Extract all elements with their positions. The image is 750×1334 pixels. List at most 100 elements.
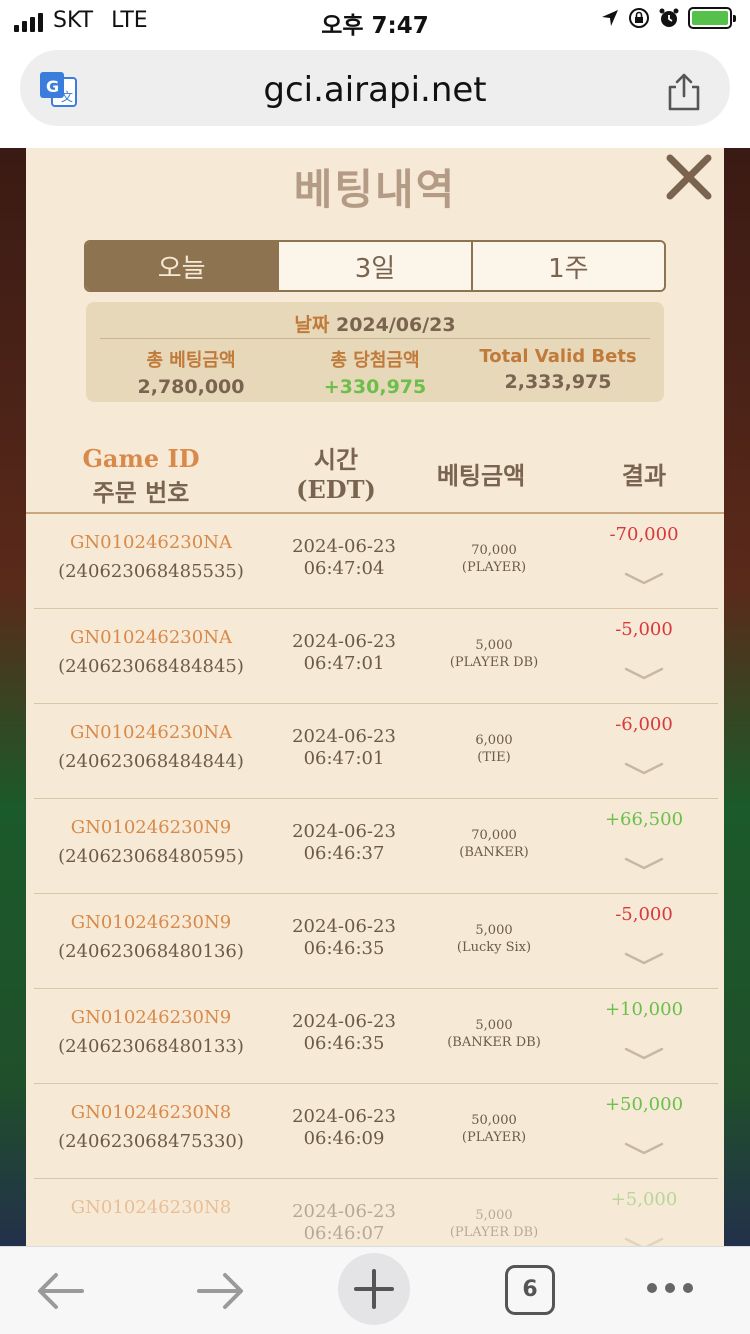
battery-icon bbox=[688, 7, 736, 29]
bet-amount: 5,000 bbox=[475, 1018, 513, 1033]
status-right bbox=[600, 7, 736, 29]
game-id-cell: GN010246230NA (240623068485535) bbox=[56, 532, 246, 582]
table-row[interactable]: GN010246230NA (240623068484844) 2024-06-23… bbox=[34, 704, 718, 799]
bet-date: 2024-06-23 bbox=[292, 1201, 396, 1222]
chevron-down-icon[interactable] bbox=[624, 855, 664, 871]
time-cell: 2024-06-23 06:46:35 bbox=[284, 1011, 404, 1055]
bet-amount: 50,000 bbox=[471, 1113, 517, 1128]
result-value: -70,000 bbox=[609, 524, 679, 545]
table-row[interactable]: GN010246230N9 (240623068480133) 2024-06-23… bbox=[34, 989, 718, 1084]
total-win-label: 총 당첨금액 bbox=[330, 350, 420, 371]
bet-date: 2024-06-23 bbox=[292, 631, 396, 652]
bet-time: 06:46:37 bbox=[303, 843, 385, 864]
order-number: (240623068484845) bbox=[58, 656, 244, 677]
game-id-cell: GN010246230NA (240623068484845) bbox=[56, 627, 246, 677]
tab-3days[interactable]: 3일 bbox=[279, 242, 473, 290]
bet-date: 2024-06-23 bbox=[292, 1011, 396, 1032]
total-win-value: +330,975 bbox=[323, 376, 427, 398]
valid-bets: Total Valid Bets 2,333,975 bbox=[460, 346, 656, 393]
bet-type: (BANKER) bbox=[459, 845, 529, 860]
header-result: 결과 bbox=[621, 462, 667, 490]
total-bet-value: 2,780,000 bbox=[137, 376, 245, 398]
bet-time: 06:46:35 bbox=[303, 1033, 385, 1054]
rotation-lock-icon bbox=[629, 8, 649, 28]
close-icon[interactable] bbox=[664, 152, 714, 202]
bet-date: 2024-06-23 bbox=[292, 726, 396, 747]
total-bet: 총 베팅금액 2,780,000 bbox=[96, 346, 286, 398]
betting-history-modal: 베팅내역 오늘 3일 1주 날짜 2024/06/23 총 베팅금액 2,780… bbox=[26, 148, 724, 1246]
url-text[interactable]: gci.airapi.net bbox=[20, 70, 730, 110]
order-number: (240623068475330) bbox=[58, 1131, 244, 1152]
tab-1week[interactable]: 1주 bbox=[472, 242, 664, 290]
bet-type: (PLAYER DB) bbox=[449, 1225, 539, 1240]
bet-date: 2024-06-23 bbox=[292, 821, 396, 842]
result-value: -5,000 bbox=[615, 619, 673, 640]
bet-time: 06:47:01 bbox=[303, 748, 385, 769]
tab-today[interactable]: 오늘 bbox=[86, 242, 280, 290]
bet-amount: 70,000 bbox=[471, 543, 517, 558]
time-cell: 2024-06-23 06:46:07 bbox=[284, 1201, 404, 1245]
game-id-cell: GN010246230N9 (240623068480136) bbox=[56, 912, 246, 962]
chevron-down-icon[interactable] bbox=[624, 760, 664, 776]
browser-header: G 文 gci.airapi.net bbox=[0, 44, 750, 148]
address-bar[interactable]: G 文 gci.airapi.net bbox=[20, 50, 730, 126]
result-value: +50,000 bbox=[604, 1094, 684, 1115]
order-number: (240623068480136) bbox=[58, 941, 244, 962]
summary-date: 날짜 2024/06/23 bbox=[86, 310, 664, 337]
summary-panel: 날짜 2024/06/23 총 베팅금액 2,780,000 총 당첨금액 +3… bbox=[86, 302, 664, 402]
period-tabs: 오늘 3일 1주 bbox=[84, 240, 666, 292]
result-value: -5,000 bbox=[615, 904, 673, 925]
amount-cell: 5,000 (Lucky Six) bbox=[419, 922, 569, 956]
game-id-cell: GN010246230NA (240623068484844) bbox=[56, 722, 246, 772]
amount-cell: 5,000 (PLAYER DB) bbox=[419, 1207, 569, 1241]
game-id: GN010246230N9 bbox=[70, 817, 232, 838]
chevron-down-icon[interactable] bbox=[624, 1140, 664, 1156]
table-row[interactable]: GN010246230N8 (240623068475330) 2024-06-23… bbox=[34, 1084, 718, 1179]
header-amount: 베팅금액 bbox=[436, 462, 526, 490]
chevron-down-icon[interactable] bbox=[624, 1235, 664, 1246]
bet-amount: 6,000 bbox=[475, 733, 513, 748]
bet-amount: 70,000 bbox=[471, 828, 517, 843]
more-options-icon[interactable] bbox=[640, 1273, 700, 1303]
chevron-down-icon[interactable] bbox=[624, 1045, 664, 1061]
total-win: 총 당첨금액 +330,975 bbox=[280, 346, 470, 398]
valid-bets-label: Total Valid Bets bbox=[479, 346, 637, 367]
bet-type: (BANKER DB) bbox=[447, 1035, 541, 1050]
header-game-id: Game ID 주문 번호 bbox=[82, 444, 200, 507]
bet-amount: 5,000 bbox=[475, 923, 513, 938]
time-cell: 2024-06-23 06:47:01 bbox=[284, 631, 404, 675]
table-row[interactable]: GN010246230NA (240623068485535) 2024-06-23… bbox=[34, 514, 718, 609]
tabs-count-button[interactable]: 6 bbox=[505, 1265, 555, 1315]
order-number: (240623068480595) bbox=[58, 846, 244, 867]
bet-type: (Lucky Six) bbox=[456, 940, 532, 955]
new-tab-button[interactable] bbox=[338, 1253, 410, 1325]
table-row[interactable]: GN010246230N9 (240623068480595) 2024-06-23… bbox=[34, 799, 718, 894]
table-row[interactable]: GN010246230N9 (240623068480136) 2024-06-23… bbox=[34, 894, 718, 989]
forward-arrow-icon[interactable] bbox=[183, 1259, 255, 1323]
bet-type: (PLAYER) bbox=[461, 560, 527, 575]
time-cell: 2024-06-23 06:46:35 bbox=[284, 916, 404, 960]
bet-date: 2024-06-23 bbox=[292, 1106, 396, 1127]
amount-cell: 5,000 (PLAYER DB) bbox=[419, 637, 569, 671]
table-header: Game ID 주문 번호 시간 (EDT) 베팅금액 결과 bbox=[26, 438, 724, 514]
time-cell: 2024-06-23 06:47:04 bbox=[284, 536, 404, 580]
chevron-down-icon[interactable] bbox=[624, 570, 664, 586]
chevron-down-icon[interactable] bbox=[624, 665, 664, 681]
bet-type: (TIE) bbox=[477, 750, 511, 765]
amount-cell: 70,000 (BANKER) bbox=[419, 827, 569, 861]
valid-bets-value: 2,333,975 bbox=[504, 371, 612, 393]
order-number: (240623068484844) bbox=[58, 751, 244, 772]
time-cell: 2024-06-23 06:47:01 bbox=[284, 726, 404, 770]
share-icon[interactable] bbox=[666, 72, 702, 112]
bet-type: (PLAYER DB) bbox=[449, 655, 539, 670]
order-number: (240623068480133) bbox=[58, 1036, 244, 1057]
game-id: GN010246230NA bbox=[70, 722, 232, 743]
chevron-down-icon[interactable] bbox=[624, 950, 664, 966]
table-row[interactable]: GN010246230N8 2024-06-23 06:46:07 5,000 (PLA… bbox=[34, 1179, 718, 1246]
plus-icon bbox=[354, 1269, 394, 1309]
status-bar: SKT LTE 오후 7:47 bbox=[0, 0, 750, 44]
order-number: (240623068485535) bbox=[58, 561, 244, 582]
table-row[interactable]: GN010246230NA (240623068484845) 2024-06-23… bbox=[34, 609, 718, 704]
result-value: +10,000 bbox=[604, 999, 684, 1020]
back-arrow-icon[interactable] bbox=[26, 1259, 98, 1323]
